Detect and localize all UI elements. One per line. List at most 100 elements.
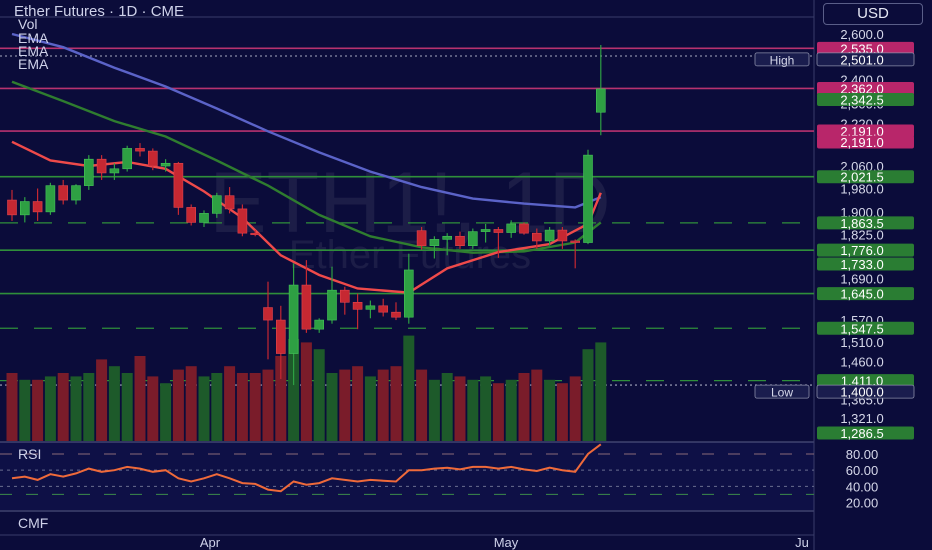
- candle-body-42: [544, 229, 555, 242]
- candle-body-39: [506, 223, 517, 233]
- level-tag-value-5: 2,191.0: [840, 135, 883, 150]
- volume-bar-0: [6, 373, 18, 441]
- candle-body-9: [122, 148, 132, 170]
- level-tag-value-8: 1,776.0: [840, 243, 883, 258]
- volume-bar-43: [556, 383, 568, 441]
- volume-bar-7: [96, 359, 108, 441]
- volume-bar-20: [262, 369, 274, 441]
- volume-bar-24: [313, 349, 325, 441]
- candle-body-36: [467, 231, 478, 246]
- volume-bar-9: [121, 373, 133, 441]
- volume-bar-10: [134, 356, 146, 441]
- candle-body-6: [84, 158, 94, 186]
- volume-bar-34: [441, 373, 453, 441]
- volume-bar-46: [595, 342, 607, 441]
- candle-body-17: [224, 195, 235, 210]
- volume-bar-26: [339, 369, 351, 441]
- volume-bar-23: [300, 342, 312, 441]
- candle-body-25: [327, 289, 337, 321]
- candle-body-13: [173, 162, 184, 208]
- candle-body-16: [212, 195, 222, 214]
- price-tick-8: 1,690.0: [840, 271, 883, 286]
- price-tick-10: 1,510.0: [840, 335, 883, 350]
- volume-bar-19: [249, 373, 261, 441]
- volume-bar-5: [70, 376, 82, 441]
- volume-bar-33: [428, 379, 440, 441]
- candle-body-33: [429, 239, 440, 246]
- currency-button[interactable]: USD: [823, 3, 923, 25]
- volume-bar-25: [326, 373, 338, 441]
- level-tag-label-1: High: [770, 53, 795, 67]
- candle-body-18: [237, 208, 248, 234]
- level-tag-value-1: 2,501.0: [840, 52, 883, 67]
- level-tag-value-6: 2,021.5: [840, 170, 883, 185]
- candle-body-38: [493, 229, 504, 233]
- candle-body-0: [7, 199, 17, 216]
- volume-bar-32: [416, 369, 428, 441]
- price-tick-13: 1,321.0: [840, 411, 883, 426]
- candle-body-15: [199, 213, 209, 223]
- candle-body-19: [250, 232, 260, 236]
- volume-bar-14: [185, 366, 197, 441]
- candle-body-3: [45, 185, 56, 213]
- candle-body-22: [288, 284, 299, 354]
- candle-body-4: [58, 185, 69, 201]
- volume-bar-2: [32, 379, 44, 441]
- volume-bar-12: [160, 383, 172, 441]
- volume-bar-36: [467, 379, 479, 441]
- candle-body-2: [32, 201, 43, 213]
- volume-bar-38: [492, 383, 504, 441]
- volume-bar-17: [224, 366, 236, 441]
- candle-body-45: [583, 154, 593, 243]
- candle-body-44: [570, 240, 581, 243]
- price-chart[interactable]: ETH1!, 1D Ether Futures RSICMF 2,600.02,…: [0, 0, 932, 550]
- volume-bar-40: [518, 373, 530, 441]
- level-tag-value-3: 2,342.5: [840, 92, 883, 107]
- price-tick-11: 1,460.0: [840, 354, 883, 369]
- candle-body-7: [96, 158, 107, 174]
- candle-body-32: [416, 230, 427, 246]
- candle-body-30: [391, 311, 401, 318]
- volume-bar-1: [19, 379, 31, 441]
- volume-bar-37: [480, 376, 492, 441]
- volume-bar-4: [57, 373, 69, 441]
- volume-bar-16: [211, 373, 223, 441]
- level-tag-value-14: 1,286.5: [840, 426, 883, 441]
- volume-bar-39: [505, 379, 517, 441]
- time-label-0: Apr: [200, 535, 221, 550]
- ema-label-3[interactable]: EMA: [18, 56, 48, 72]
- candle-body-23: [301, 284, 312, 330]
- level-tag-value-7: 1,863.5: [840, 216, 883, 231]
- time-label-2: Ju: [795, 535, 809, 550]
- candle-body-41: [531, 232, 542, 242]
- volume-bar-11: [147, 376, 159, 441]
- chart-root: ETH1!, 1D Ether Futures RSI CMF 2,600.0 2,…: [0, 0, 932, 550]
- volume-bar-15: [198, 376, 210, 441]
- candle-body-34: [442, 235, 453, 240]
- volume-bar-41: [531, 369, 543, 441]
- volume-bar-30: [390, 366, 402, 441]
- volume-bar-42: [544, 379, 556, 441]
- candle-body-40: [519, 223, 529, 234]
- candle-body-14: [186, 207, 196, 223]
- candle-body-26: [339, 289, 350, 303]
- volume-bar-28: [364, 376, 376, 441]
- candle-body-35: [455, 235, 465, 246]
- volume-bar-3: [44, 376, 56, 441]
- rsi-tick-3: 20.00: [846, 496, 879, 511]
- volume-bar-27: [352, 366, 364, 441]
- volume-bar-44: [569, 376, 581, 441]
- candle-body-24: [314, 319, 325, 330]
- rsi-tick-2: 40.00: [846, 479, 879, 494]
- candle-body-8: [109, 168, 120, 174]
- candle-body-5: [71, 185, 81, 201]
- candle-body-12: [160, 162, 171, 167]
- candle-body-37: [480, 229, 491, 232]
- level-tag-value-10: 1,645.0: [840, 287, 883, 302]
- volume-bar-6: [83, 373, 95, 441]
- rsi-label: RSI: [18, 446, 41, 462]
- level-tag-label-13: Low: [771, 386, 793, 400]
- level-tag-value-13: 1,400.0: [840, 385, 883, 400]
- candle-body-28: [365, 305, 376, 310]
- rsi-tick-0: 80.00: [846, 447, 879, 462]
